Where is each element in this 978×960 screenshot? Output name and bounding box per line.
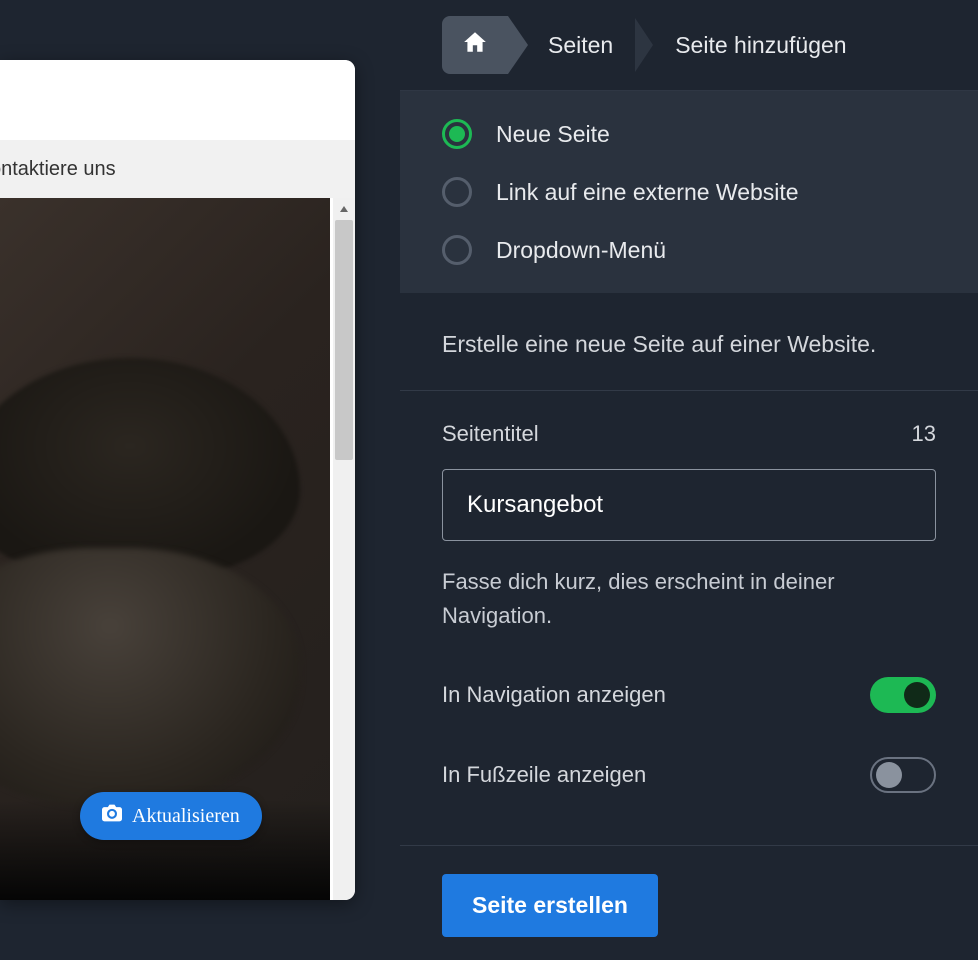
scroll-up-icon[interactable] [333,198,355,220]
radio-external-link[interactable]: Link auf eine externe Website [442,177,936,207]
toggle-show-in-footer[interactable] [870,757,936,793]
create-page-label: Seite erstellen [472,892,628,918]
create-page-button[interactable]: Seite erstellen [442,874,658,937]
radio-indicator [442,177,472,207]
breadcrumb-home[interactable] [442,16,508,74]
radio-new-page[interactable]: Neue Seite [442,119,936,149]
breadcrumb-pages[interactable]: Seiten [508,16,635,74]
radio-label: Neue Seite [496,121,610,148]
update-button[interactable]: Aktualisieren [80,792,262,840]
update-button-label: Aktualisieren [132,805,240,828]
title-label: Seitentitel [442,421,539,447]
divider [400,390,978,391]
panel-footer: Seite erstellen [400,845,978,937]
scroll-thumb[interactable] [335,220,353,460]
page-title-input[interactable] [442,469,936,541]
toggle-nav-label: In Navigation anzeigen [442,682,666,708]
toggle-show-in-nav[interactable] [870,677,936,713]
title-hint: Fasse dich kurz, dies erscheint in deine… [442,565,936,633]
add-page-panel: Seiten Seite hinzufügen Neue Seite Link … [400,0,978,960]
radio-label: Link auf eine externe Website [496,179,799,206]
radio-dropdown-menu[interactable]: Dropdown-Menü [442,235,936,265]
form-description: Erstelle eine neue Seite auf einer Websi… [442,331,936,358]
toggle-footer-label: In Fußzeile anzeigen [442,762,646,788]
breadcrumb-label: Seiten [548,32,613,59]
site-preview: ontaktiere uns Aktualisieren [0,60,355,900]
camera-icon [102,804,122,828]
preview-nav-item[interactable]: ontaktiere uns [0,158,116,181]
page-form: Erstelle eine neue Seite auf einer Websi… [400,293,978,793]
title-char-count: 13 [912,421,936,447]
preview-hero: Aktualisieren [0,198,330,900]
radio-label: Dropdown-Menü [496,237,666,264]
radio-indicator [442,119,472,149]
preview-scrollbar[interactable] [333,198,355,900]
breadcrumb-add-page[interactable]: Seite hinzufügen [635,16,868,74]
breadcrumb: Seiten Seite hinzufügen [400,0,978,90]
preview-header [0,60,355,140]
page-type-radios: Neue Seite Link auf eine externe Website… [400,91,978,293]
preview-nav: ontaktiere uns [0,140,355,198]
radio-indicator [442,235,472,265]
home-icon [462,29,488,61]
breadcrumb-label: Seite hinzufügen [675,32,846,59]
